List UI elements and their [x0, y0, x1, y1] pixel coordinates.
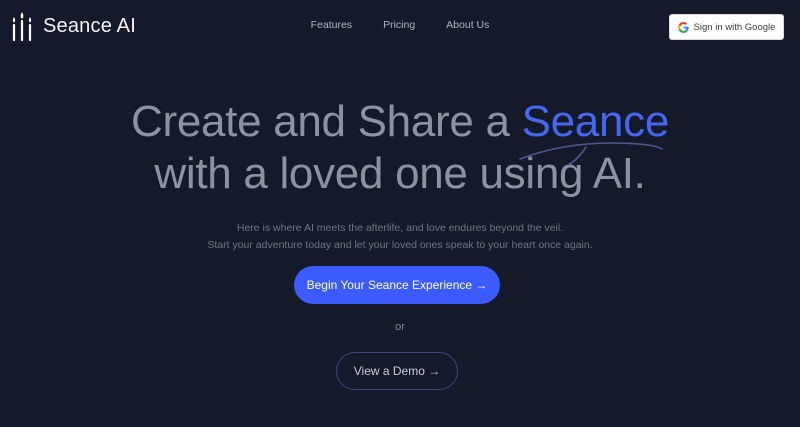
google-icon [677, 21, 689, 33]
hero-section: Create and Share a Seance with a loved o… [0, 96, 800, 254]
nav-item-features[interactable]: Features [311, 19, 352, 31]
headline-line-2: with a loved one using AI. [154, 149, 646, 198]
view-demo-button[interactable]: View a Demo → [336, 352, 458, 390]
begin-seance-button[interactable]: Begin Your Seance Experience → [294, 266, 500, 304]
or-divider-text: or [395, 321, 405, 333]
subtitle-line-1: Here is where AI meets the afterlife, an… [236, 222, 564, 234]
highlight-text: Seance [521, 97, 670, 146]
sign-in-with-google-button[interactable]: Sign in with Google [669, 14, 784, 40]
subtitle-line-2: Start your adventure today and let your … [207, 239, 593, 251]
nav-item-about-us[interactable]: About Us [446, 19, 489, 31]
sign-in-label: Sign in with Google [693, 21, 776, 33]
landing-page: Seance AI Features Pricing About Us Sign… [0, 0, 800, 427]
hero-headline: Create and Share a Seance with a loved o… [0, 96, 800, 200]
nav-item-pricing[interactable]: Pricing [383, 19, 415, 31]
hero-subtitle: Here is where AI meets the afterlife, an… [0, 220, 800, 254]
headline-text: Create and Share a [131, 97, 522, 146]
headline-highlight: Seance [518, 97, 670, 166]
site-header: Seance AI Features Pricing About Us Sign… [0, 0, 800, 52]
headline-line-1: Create and Share a Seance [0, 96, 800, 166]
